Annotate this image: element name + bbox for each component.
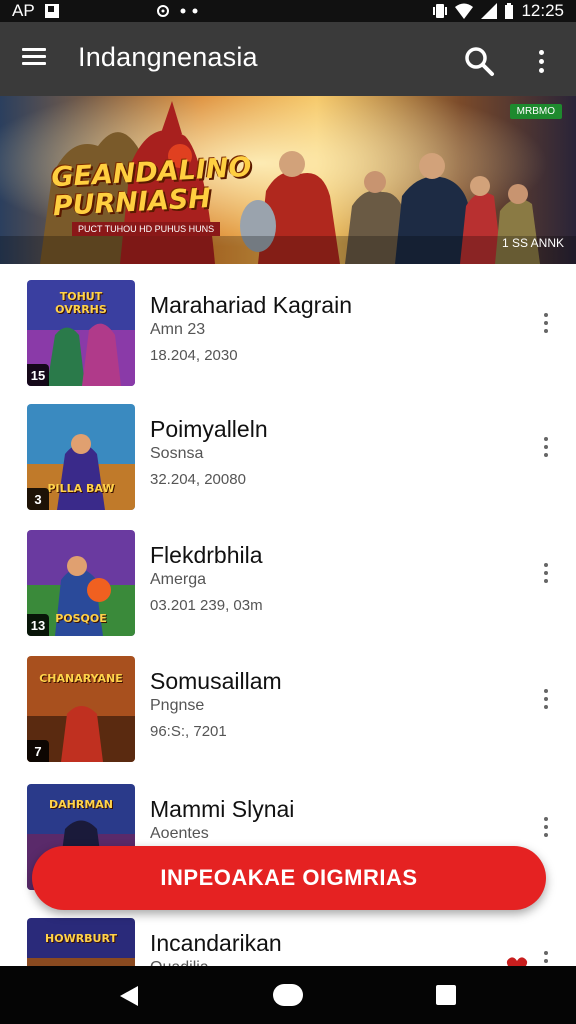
banner-caption: 1 SS ANNK <box>501 236 564 250</box>
recents-icon[interactable] <box>436 985 456 1005</box>
carrier-label: AP <box>12 1 35 20</box>
primary-action-button[interactable]: INPEOAKAE OIGMRIAS <box>32 846 546 910</box>
game-thumbnail: CHANARYANE 7 <box>27 656 135 762</box>
thumbnail-title: POSQOE <box>55 612 107 625</box>
item-more-icon[interactable] <box>536 684 556 714</box>
game-meta: 96:S:, 7201 <box>150 723 227 740</box>
item-more-icon[interactable] <box>536 812 556 842</box>
game-title: Poimyalleln <box>150 416 268 442</box>
thumbnail-title: CHANARYANE <box>39 672 123 685</box>
game-thumbnail: POSQOE 13 <box>27 530 135 636</box>
game-subtitle: Pngnse <box>150 697 205 714</box>
thumbnail-title: PILLA BAW <box>47 482 115 495</box>
age-rating-badge: 7 <box>27 740 49 762</box>
list-item[interactable]: TOHUT OVRRHS 15 Marahariad Kagrain Amn 2… <box>0 264 576 386</box>
app-bar: Indangnenasia <box>0 22 576 96</box>
app-title: Indangnenasia <box>78 42 258 72</box>
battery-icon <box>505 3 514 19</box>
game-title: Somusaillam <box>150 668 282 694</box>
item-more-icon[interactable] <box>536 558 556 588</box>
wifi-icon <box>455 3 474 19</box>
featured-banner[interactable]: GEANDALINO PURNIASH PUCT TUHOU HD PUHUS … <box>0 96 576 264</box>
banner-title: GEANDALINO PURNIASH <box>51 152 254 222</box>
home-icon[interactable] <box>273 984 303 1006</box>
game-meta: 03.201 239, 03m <box>150 597 263 614</box>
list-item[interactable]: POSQOE 13 Flekdrbhila Amerga 03.201 239,… <box>0 514 576 636</box>
thumbnail-title: TOHUT OVRRHS <box>55 290 107 316</box>
game-title: Mammi Slynai <box>150 796 295 822</box>
navigation-bar <box>0 966 576 1024</box>
vibrate-icon <box>433 4 448 18</box>
menu-icon[interactable] <box>22 44 52 74</box>
status-bar: AP 12:25 <box>0 0 576 22</box>
status-right: 12:25 <box>433 0 564 22</box>
search-icon[interactable] <box>462 44 496 78</box>
back-icon[interactable] <box>118 984 142 1008</box>
sync-icon <box>157 5 169 17</box>
item-more-icon[interactable] <box>536 432 556 462</box>
notification-dots-icon <box>180 8 198 14</box>
banner-badge: MRBMO <box>509 104 562 119</box>
thumbnail-title: HOWRBURT <box>45 932 117 945</box>
status-left: AP <box>12 0 59 22</box>
signal-icon <box>481 3 498 19</box>
item-more-icon[interactable] <box>536 308 556 338</box>
sim-icon <box>44 4 59 18</box>
game-thumbnail: TOHUT OVRRHS 15 <box>27 280 135 386</box>
age-rating-badge: 15 <box>27 364 49 386</box>
game-meta: 32.204, 20080 <box>150 471 246 488</box>
game-subtitle: Aoentes <box>150 825 209 842</box>
list-item[interactable]: CHANARYANE 7 Somusaillam Pngnse 96:S:, 7… <box>0 640 576 762</box>
game-subtitle: Amerga <box>150 571 207 588</box>
game-thumbnail: PILLA BAW 3 <box>27 404 135 510</box>
game-meta: 18.204, 2030 <box>150 347 238 364</box>
list-item[interactable]: PILLA BAW 3 Poimyalleln Sosnsa 32.204, 2… <box>0 388 576 510</box>
status-mid <box>156 0 202 22</box>
age-rating-badge: 13 <box>27 614 49 636</box>
clock: 12:25 <box>521 1 564 20</box>
more-vert-icon[interactable] <box>528 46 554 76</box>
game-title: Incandarikan <box>150 930 282 956</box>
game-title: Flekdrbhila <box>150 542 263 568</box>
age-rating-badge: 3 <box>27 488 49 510</box>
banner-subtitle: PUCT TUHOU HD PUHUS HUNS <box>72 222 221 236</box>
game-subtitle: Sosnsa <box>150 445 204 462</box>
game-subtitle: Amn 23 <box>150 321 206 338</box>
game-title: Marahariad Kagrain <box>150 292 353 318</box>
thumbnail-title: DAHRMAN <box>49 798 113 811</box>
